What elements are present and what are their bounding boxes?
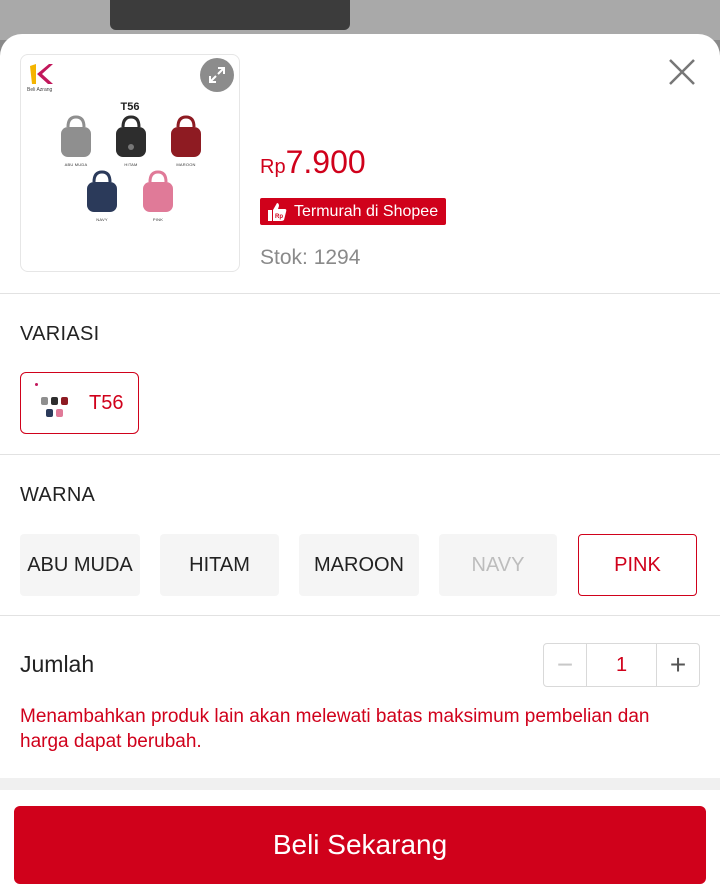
bag-hitam: HITAM <box>114 115 148 167</box>
price-currency: Rp <box>260 156 286 178</box>
color-option-hitam[interactable]: HITAM <box>160 534 279 596</box>
product-code-label: T56 <box>120 101 140 113</box>
expand-icon[interactable] <box>200 58 234 92</box>
cheapest-badge: Rp Termurah di Shopee <box>260 198 447 225</box>
divider <box>0 615 720 616</box>
variasi-option-t56[interactable]: T56 <box>20 372 139 434</box>
backdrop-bag <box>110 0 350 30</box>
close-icon[interactable] <box>664 54 700 90</box>
divider <box>0 293 720 294</box>
brand-logo-subtext: Beli Azrang <box>27 87 53 93</box>
quantity-value[interactable]: 1 <box>587 644 656 686</box>
variasi-title: VARIASI <box>20 323 100 345</box>
quantity-plus-button[interactable]: + <box>656 644 699 686</box>
bag-navy: NAVY <box>85 170 119 222</box>
variasi-option-label: T56 <box>89 391 124 414</box>
bag-abu-muda: ABU MUDA <box>59 115 93 167</box>
color-option-navy: NAVY <box>439 534 557 596</box>
bag-pink: PINK <box>141 170 175 222</box>
divider <box>0 454 720 455</box>
bag-maroon: MAROON <box>169 115 203 167</box>
thumbs-up-icon: Rp <box>268 202 287 221</box>
color-option-abu-muda[interactable]: ABU MUDA <box>20 534 140 596</box>
purchase-limit-warning: Menambahkan produk lain akan melewati ba… <box>20 706 650 752</box>
section-gap <box>0 778 720 790</box>
variant-selection-sheet: Beli Azrang T56 ABU MUDA HITAM MAROON NA… <box>0 34 720 893</box>
badge-label: Termurah di Shopee <box>294 202 439 220</box>
color-option-pink[interactable]: PINK <box>578 534 697 596</box>
quantity-stepper: − 1 + <box>543 643 700 687</box>
stock-label: Stok: 1294 <box>260 246 361 269</box>
color-option-maroon[interactable]: MAROON <box>299 534 419 596</box>
quantity-label: Jumlah <box>20 651 95 677</box>
quantity-minus-button[interactable]: − <box>544 644 587 686</box>
price-amount: 7.900 <box>285 144 366 180</box>
warna-title: WARNA <box>20 484 96 506</box>
svg-text:Rp: Rp <box>275 214 283 220</box>
product-price: Rp7.900 <box>260 144 366 181</box>
variasi-thumbnail <box>35 383 77 423</box>
buy-now-button[interactable]: Beli Sekarang <box>14 806 706 884</box>
